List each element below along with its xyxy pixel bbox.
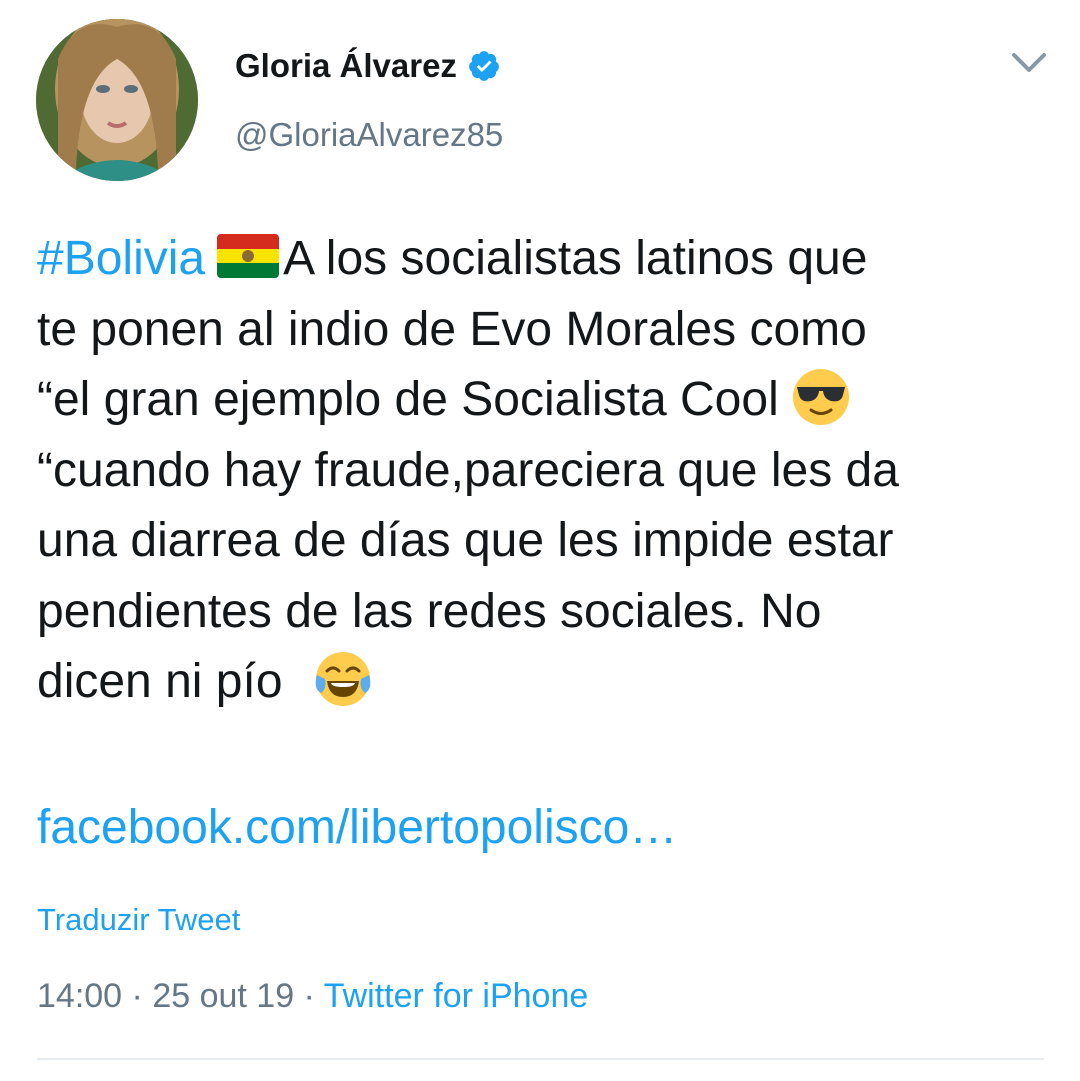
bolivia-flag-emoji bbox=[217, 234, 280, 279]
avatar[interactable] bbox=[36, 19, 198, 181]
tweet-line-5: una diarrea de días que les impide estar bbox=[37, 514, 894, 567]
divider bbox=[37, 1058, 1044, 1060]
tweet-line-1-text: A los socialistas latinos que bbox=[283, 232, 868, 285]
author-handle[interactable]: @GloriaAlvarez85 bbox=[235, 116, 503, 154]
tweet-line-4: “cuando hay fraude,pareciera que les da bbox=[37, 443, 899, 497]
tweet-line-2: te ponen al indio de Evo Morales como bbox=[37, 302, 867, 356]
tweet-time[interactable]: 14:00 bbox=[37, 977, 122, 1015]
external-link[interactable]: facebook.com/libertopolisco… bbox=[37, 800, 677, 855]
tweet-meta: 14:00 · 25 out 19 · Twitter for iPhone bbox=[37, 977, 588, 1016]
tears-of-joy-emoji bbox=[315, 652, 370, 707]
chevron-down-icon[interactable] bbox=[1010, 50, 1048, 76]
tweet-text: #Bolivia A los socialistas latinos que te… bbox=[37, 224, 1047, 718]
tweet-line-7-text: dicen ni pío bbox=[37, 655, 283, 708]
tweet-source-link[interactable]: Twitter for iPhone bbox=[324, 977, 589, 1015]
meta-separator: · bbox=[294, 977, 324, 1015]
author-name-row[interactable]: Gloria Álvarez bbox=[235, 44, 501, 88]
sunglasses-face-emoji bbox=[792, 369, 849, 426]
tweet-line-6: pendientes de las redes sociales. No bbox=[37, 584, 822, 638]
meta-separator: · bbox=[122, 977, 153, 1015]
tweet-line-1: #Bolivia A los socialistas latinos que bbox=[37, 224, 1047, 295]
avatar-photo bbox=[36, 19, 198, 181]
verified-badge-icon bbox=[469, 51, 499, 81]
tweet-line-3: “el gran ejemplo de Socialista Cool bbox=[37, 365, 1047, 436]
translate-tweet-button[interactable]: Traduzir Tweet bbox=[37, 902, 240, 938]
tweet-date[interactable]: 25 out 19 bbox=[152, 977, 294, 1015]
hashtag-link[interactable]: #Bolivia bbox=[37, 232, 205, 285]
author-name[interactable]: Gloria Álvarez bbox=[235, 47, 457, 85]
tweet-line-7: dicen ni pío bbox=[37, 647, 1047, 718]
tweet-line-3-text: “el gran ejemplo de Socialista Cool bbox=[37, 373, 779, 426]
